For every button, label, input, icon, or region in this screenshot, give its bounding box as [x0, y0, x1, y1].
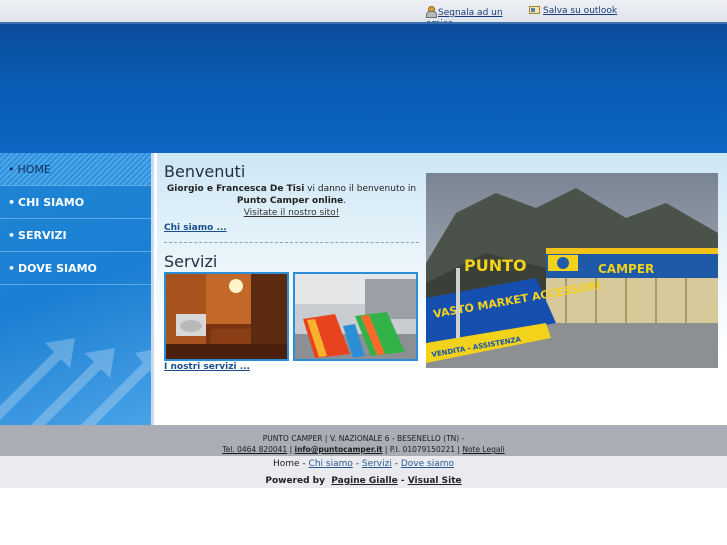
sign-camper: CAMPER — [598, 262, 654, 276]
top-bar: Segnala ad un amico Salva su outlook — [0, 0, 727, 29]
save-outlook-link[interactable]: Salva su outlook — [529, 6, 617, 17]
bullet-icon: • — [8, 196, 16, 209]
nav-dove-siamo-label: DOVE SIAMO — [18, 262, 97, 275]
welcome-heading: Benvenuti — [164, 162, 246, 181]
footer-nav-dove-siamo[interactable]: Dove siamo — [401, 459, 454, 469]
service-thumbnail-interior[interactable] — [164, 272, 289, 361]
footer-address: PUNTO CAMPER | V. NAZIONALE 6 - BESENELL… — [262, 434, 465, 443]
bullet-icon: • — [8, 262, 16, 275]
owners-names: Giorgio e Francesca De Tisi — [166, 184, 305, 194]
footer-nav-servizi[interactable]: Servizi — [362, 459, 392, 469]
decorative-arrows — [0, 338, 151, 425]
header-banner — [0, 22, 727, 153]
footer-nav-bar: Home - Chi siamo - Servizi - Dove siamo … — [0, 456, 727, 488]
service-thumbnail-outdoor[interactable] — [293, 272, 418, 361]
footer-legal-link[interactable]: Note Legali — [462, 445, 504, 454]
footer-info: PUNTO CAMPER | V. NAZIONALE 6 - BESENELL… — [0, 425, 727, 456]
footer-nav-sep: - — [299, 459, 309, 469]
page: Segnala ad un amico Salva su outlook •HO… — [0, 0, 727, 545]
nav-chi-siamo[interactable]: • CHI SIAMO — [0, 186, 151, 219]
footer-sep: | — [287, 445, 295, 454]
outdoor-chairs-image — [295, 274, 416, 359]
welcome-text-2: . — [343, 196, 347, 206]
visit-site-link[interactable]: Visitate il nostro sito! — [244, 208, 340, 218]
footer-contacts: Tel. 0464 820041 | info@puntocamper.it |… — [0, 444, 727, 455]
footer-nav-chi-siamo[interactable]: Chi siamo — [309, 459, 353, 469]
user-icon — [426, 6, 437, 18]
camper-interior-image — [166, 274, 287, 359]
powered-by: Powered by Pagine Gialle - Visual Site — [0, 476, 727, 487]
save-outlook-label: Salva su outlook — [543, 6, 618, 16]
brand-name: Punto Camper online — [236, 196, 344, 206]
bullet-icon: • — [8, 229, 16, 242]
bullet-icon: • — [8, 163, 15, 176]
footer-phone-link[interactable]: Tel. 0464 820041 — [222, 445, 287, 454]
nav-home[interactable]: • HOME — [0, 153, 151, 186]
nav-servizi[interactable]: • SERVIZI — [0, 219, 151, 252]
nav-servizi-label: SERVIZI — [18, 229, 67, 242]
services-heading: Servizi — [164, 252, 218, 271]
footer-nav-sep: - — [352, 459, 362, 469]
footer-nav: Home - Chi siamo - Servizi - Dove siamo — [0, 456, 727, 470]
footer-nav-home[interactable]: Home — [273, 459, 300, 469]
nav-chi-siamo-label: CHI SIAMO — [18, 196, 85, 209]
footer-email-link[interactable]: info@puntocamper.it — [295, 445, 383, 454]
footer-nav-sep: - — [391, 459, 401, 469]
nav-home-label: HOME — [17, 163, 51, 176]
welcome-text-1: vi danno il benvenuto in — [304, 184, 417, 194]
powered-by-label: Powered by — [265, 476, 325, 486]
store-photo: PUNTO CAMPER VASTO MARKET ACCESSORI VEND… — [426, 173, 718, 368]
sign-punto: PUNTO — [464, 256, 527, 275]
footer-piva: | P.I. 01079150221 | — [382, 445, 463, 454]
punto-camper-store-image: PUNTO CAMPER VASTO MARKET ACCESSORI VEND… — [426, 173, 718, 368]
contact-card-icon — [529, 6, 540, 14]
footer-email: info@puntocamper.it — [294, 445, 383, 454]
sidebar: • HOME • CHI SIAMO • SERVIZI • DOVE SIAMO — [0, 153, 154, 425]
powered-sep: - — [397, 476, 408, 486]
visual-site-link[interactable]: Visual Site — [408, 476, 462, 486]
welcome-text: Giorgio e Francesca De Tisi vi danno il … — [164, 183, 419, 219]
pagine-gialle-link[interactable]: Pagine Gialle — [331, 476, 397, 486]
nav-dove-siamo[interactable]: • DOVE SIAMO — [0, 252, 151, 285]
services-more-link[interactable]: I nostri servizi ... — [164, 362, 250, 372]
chi-siamo-more-link[interactable]: Chi siamo ... — [164, 223, 227, 233]
section-divider — [164, 242, 419, 243]
